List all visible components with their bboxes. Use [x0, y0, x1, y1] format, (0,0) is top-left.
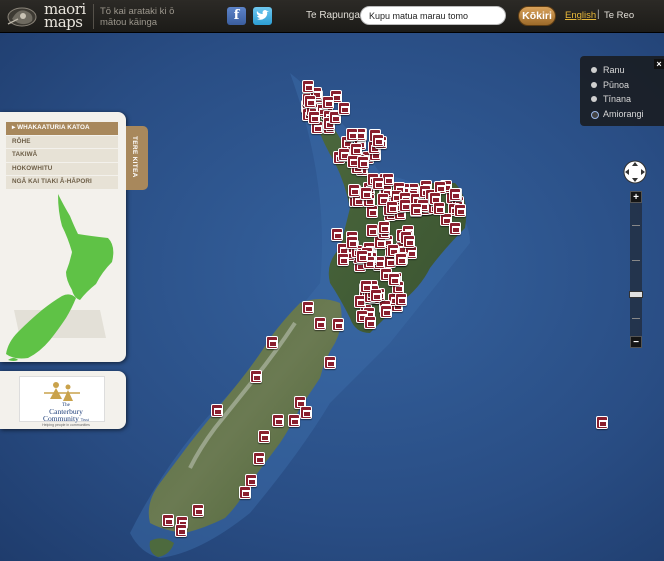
map-type-option-punoa[interactable]: Pūnoa — [590, 80, 629, 90]
facebook-icon[interactable]: f — [227, 7, 246, 25]
site-marker[interactable] — [324, 356, 336, 369]
overview-north-island — [58, 194, 114, 300]
site-marker[interactable] — [302, 301, 314, 314]
zoom-out-button[interactable]: − — [630, 336, 642, 348]
map-type-option-amiorangi[interactable]: Amiorangi — [591, 109, 644, 119]
zoom-in-button[interactable]: + — [630, 191, 642, 203]
site-marker[interactable] — [596, 416, 608, 429]
site-marker[interactable] — [308, 111, 320, 124]
twitter-icon[interactable] — [253, 7, 272, 25]
site-marker[interactable] — [338, 102, 350, 115]
site-marker[interactable] — [302, 80, 314, 93]
category-panel: WHAKAATURIA KATOA RŌHE TAKIWĀ HOKOWHITU … — [0, 112, 126, 362]
overview-stewart-island — [8, 358, 18, 361]
site-marker[interactable] — [395, 253, 407, 266]
quick-view-tab[interactable]: TERE KITEA — [126, 126, 148, 190]
site-marker[interactable] — [454, 204, 466, 217]
site-marker[interactable] — [449, 222, 461, 235]
site-marker[interactable] — [403, 235, 415, 248]
site-marker[interactable] — [449, 188, 461, 201]
category-item-community-guardians[interactable]: NGĀ KAI TIAKI Ā-HĀPORI — [6, 176, 118, 189]
site-marker[interactable] — [346, 236, 358, 249]
search-label: Te Rapunga — [306, 10, 360, 21]
site-marker[interactable] — [378, 221, 390, 234]
site-marker[interactable] — [388, 273, 400, 286]
site-marker[interactable] — [395, 293, 407, 306]
pan-control[interactable] — [623, 160, 647, 184]
category-item-show-all[interactable]: WHAKAATURIA KATOA — [6, 122, 118, 135]
site-marker[interactable] — [331, 228, 343, 241]
site-marker[interactable] — [410, 203, 422, 216]
site-marker[interactable] — [346, 128, 358, 141]
site-marker[interactable] — [433, 202, 445, 215]
zoom-slider-track[interactable] — [630, 193, 642, 348]
nz-overview-map[interactable] — [0, 192, 122, 362]
site-marker[interactable] — [322, 96, 334, 109]
site-marker[interactable] — [253, 452, 265, 465]
site-tagline: Tō kai arataki ki ō mātou kāinga — [100, 6, 175, 28]
site-marker[interactable] — [300, 406, 312, 419]
category-item-rohe[interactable]: RŌHE — [6, 135, 118, 149]
site-marker[interactable] — [258, 430, 270, 443]
site-marker[interactable] — [366, 224, 378, 237]
site-marker[interactable] — [175, 524, 187, 537]
map-type-option-ranu[interactable]: Ranu — [591, 65, 625, 75]
site-marker[interactable] — [250, 370, 262, 383]
site-marker[interactable] — [386, 201, 398, 214]
search-input[interactable] — [360, 6, 506, 25]
site-marker[interactable] — [192, 504, 204, 517]
zoom-slider-handle[interactable] — [629, 291, 643, 298]
logo-emblem-icon — [7, 7, 37, 27]
search-button[interactable]: Kōkiri — [518, 6, 556, 26]
sponsor-panel: The Canterbury Community Trust Helping p… — [0, 371, 126, 429]
twitter-bird-icon — [256, 10, 269, 20]
sponsor-logo[interactable]: The Canterbury Community Trust Helping p… — [19, 376, 105, 427]
language-separator: | — [597, 9, 600, 20]
maori-maps-logo[interactable]: maori maps — [6, 2, 94, 32]
zoom-tick — [632, 260, 640, 261]
site-marker[interactable] — [332, 318, 344, 331]
site-marker[interactable] — [356, 250, 368, 263]
site-marker[interactable] — [239, 486, 251, 499]
category-item-hokowhitu[interactable]: HOKOWHITU — [6, 162, 118, 176]
sponsor-figures-icon — [44, 382, 80, 401]
site-marker[interactable] — [364, 316, 376, 329]
language-maori-link[interactable]: Te Reo — [604, 10, 634, 21]
site-marker[interactable] — [266, 336, 278, 349]
map-type-selector: Ranu Pūnoa Tīnana Amiorangi — [580, 56, 664, 126]
site-marker[interactable] — [314, 317, 326, 330]
logo-wordmark: maori maps — [44, 0, 86, 31]
zoom-tick — [632, 318, 640, 319]
sponsor-name: The Canterbury Community Trust Helping p… — [42, 403, 90, 427]
category-item-takiwa[interactable]: TAKIWĀ — [6, 149, 118, 162]
site-marker[interactable] — [348, 184, 360, 197]
site-marker[interactable] — [372, 134, 384, 147]
close-icon[interactable]: × — [654, 59, 664, 69]
site-marker[interactable] — [380, 305, 392, 318]
site-marker[interactable] — [360, 187, 372, 200]
header-divider — [93, 4, 94, 29]
zoom-tick — [632, 225, 640, 226]
language-english-link[interactable]: English — [565, 10, 596, 21]
site-marker[interactable] — [357, 156, 369, 169]
site-marker[interactable] — [272, 414, 284, 427]
site-marker[interactable] — [304, 95, 316, 108]
site-marker[interactable] — [370, 289, 382, 302]
site-marker[interactable] — [288, 414, 300, 427]
map-type-option-tinana[interactable]: Tīnana — [590, 94, 631, 104]
site-marker[interactable] — [372, 177, 384, 190]
site-marker[interactable] — [211, 404, 223, 417]
top-bar: maori maps Tō kai arataki ki ō mātou kāi… — [0, 0, 664, 33]
site-marker[interactable] — [162, 514, 174, 527]
site-marker[interactable] — [337, 253, 349, 266]
category-list: WHAKAATURIA KATOA RŌHE TAKIWĀ HOKOWHITU … — [6, 122, 118, 190]
